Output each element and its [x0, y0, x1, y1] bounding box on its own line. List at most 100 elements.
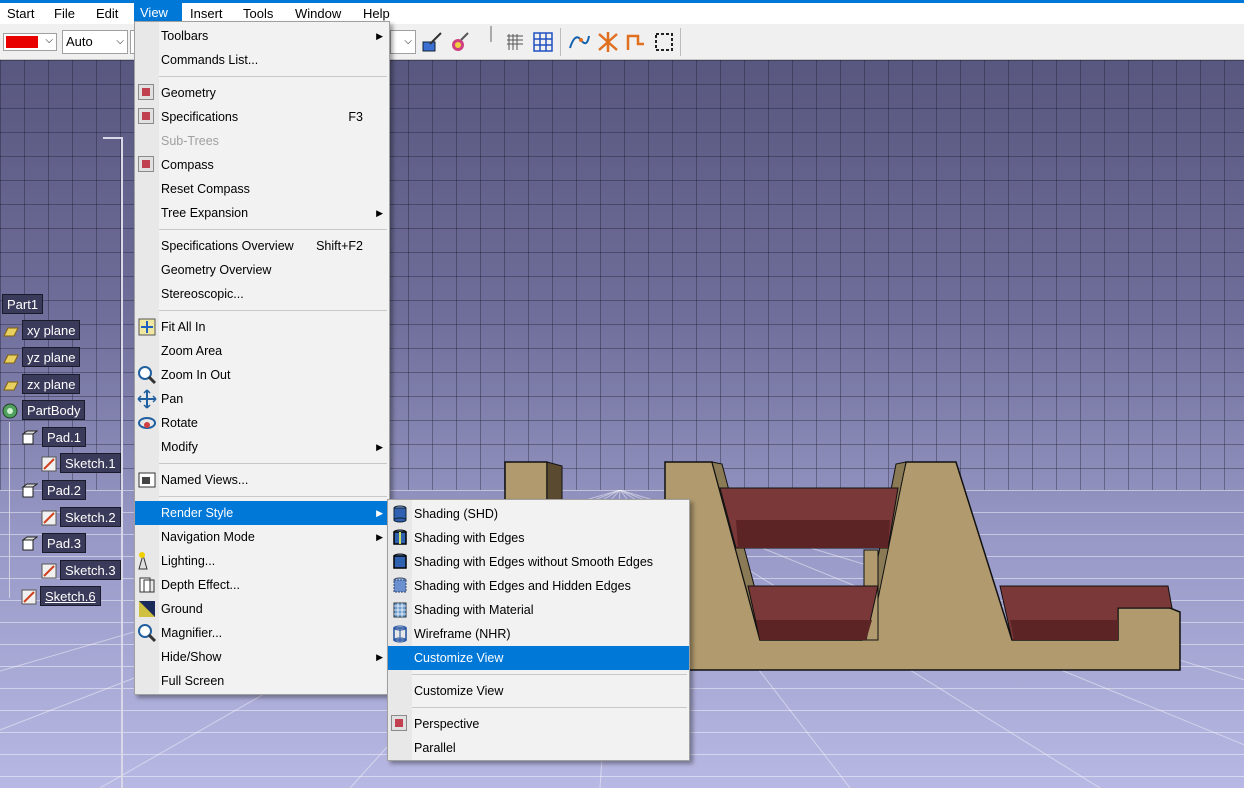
menu-separator	[159, 310, 387, 311]
menu-item-named-views[interactable]: Named Views...	[135, 468, 389, 492]
plane-icon	[3, 354, 19, 364]
tree-item-zx-plane[interactable]: zx plane	[22, 374, 81, 394]
menu-item-customize-view[interactable]: Customize View	[388, 679, 689, 703]
menu-item-fit-all-in[interactable]: Fit All In	[135, 315, 389, 339]
menu-item-pan[interactable]: Pan	[135, 387, 389, 411]
menu-start[interactable]: Start	[1, 6, 40, 24]
tree-connector	[9, 422, 10, 598]
tree-item-sketch2[interactable]: Sketch.2	[60, 507, 121, 527]
toolbar-separator	[490, 26, 492, 42]
menu-item-rotate[interactable]: Rotate	[135, 411, 389, 435]
tree-item-pad1[interactable]: Pad.1	[42, 427, 86, 447]
toolbar-separator	[680, 28, 681, 56]
menu-item-commands-list[interactable]: Commands List...	[135, 48, 389, 72]
check-icon	[138, 84, 154, 100]
menu-item-ground[interactable]: Ground	[135, 597, 389, 621]
menu-file[interactable]: File	[48, 6, 81, 24]
tree-frame-line	[103, 137, 123, 139]
shading-material-icon	[393, 602, 407, 618]
menu-item-depth-effect[interactable]: Depth Effect...	[135, 573, 389, 597]
color-picker[interactable]: ⌵	[3, 33, 57, 51]
menu-item-reset-compass[interactable]: Reset Compass	[135, 177, 389, 201]
menu-item-shading-edges-hidden[interactable]: Shading with Edges and Hidden Edges	[388, 574, 689, 598]
tree-item-sketch1[interactable]: Sketch.1	[60, 453, 121, 473]
menu-item-tree-expansion[interactable]: Tree Expansion ▶	[135, 201, 389, 225]
menu-item-toolbars[interactable]: Toolbars ▶	[135, 24, 389, 48]
menu-item-navigation-mode[interactable]: Navigation Mode ▶	[135, 525, 389, 549]
submenu-arrow-icon: ▶	[376, 208, 383, 218]
view-menu: Toolbars ▶ Commands List... Geometry Spec…	[134, 21, 390, 695]
profile-icon[interactable]	[624, 30, 648, 54]
menu-item-compass[interactable]: Compass	[135, 153, 389, 177]
menu-item-geometry[interactable]: Geometry	[135, 81, 389, 105]
material-icon[interactable]	[448, 30, 472, 54]
menu-item-zoom-area[interactable]: Zoom Area	[135, 339, 389, 363]
submenu-arrow-icon: ▶	[376, 652, 383, 662]
pad-icon	[21, 483, 38, 498]
tree-root-part1[interactable]: Part1	[2, 294, 44, 314]
tree-item-sketch3[interactable]: Sketch.3	[60, 560, 121, 580]
linetype-combo[interactable]: Auto ⌵	[62, 30, 128, 54]
menu-item-geometry-overview[interactable]: Geometry Overview	[135, 258, 389, 282]
menu-item-stereoscopic[interactable]: Stereoscopic...	[135, 282, 389, 306]
rectangle-select-icon[interactable]	[652, 30, 676, 54]
toolbar-separator	[560, 28, 561, 56]
check-icon	[138, 156, 154, 172]
constraint-icon[interactable]	[596, 30, 620, 54]
shading-edges-icon	[393, 529, 407, 545]
menu-separator	[412, 707, 687, 708]
check-icon	[391, 715, 407, 731]
chevron-down-icon: ⌵	[404, 36, 412, 47]
pad-icon	[21, 430, 38, 445]
menu-item-render-style[interactable]: Render Style ▶	[135, 501, 389, 525]
menu-edit[interactable]: Edit	[90, 6, 124, 24]
color-swatch-fill	[6, 36, 38, 48]
menu-item-magnifier[interactable]: Magnifier...	[135, 621, 389, 645]
wireframe-icon	[393, 625, 407, 643]
sketch-icon	[41, 563, 57, 579]
tree-item-pad3[interactable]: Pad.3	[42, 533, 86, 553]
submenu-arrow-icon: ▶	[376, 442, 383, 452]
tree-item-partbody[interactable]: PartBody	[22, 400, 86, 420]
sketch-icon	[41, 456, 57, 472]
paint-brush-icon[interactable]	[420, 30, 444, 54]
menu-item-customize-view-highlighted[interactable]: Customize View	[388, 646, 689, 670]
magnifier-icon	[138, 624, 157, 643]
menu-item-shading-shd[interactable]: Shading (SHD)	[388, 502, 689, 526]
menu-item-specifications-overview[interactable]: Specifications Overview Shift+F2	[135, 234, 389, 258]
tree-item-yz-plane[interactable]: yz plane	[22, 347, 81, 367]
menu-item-wireframe[interactable]: Wireframe (NHR)	[388, 622, 689, 646]
shading-hidden-icon	[393, 577, 407, 593]
rotate-icon	[138, 417, 156, 429]
menu-item-specifications[interactable]: Specifications F3	[135, 105, 389, 129]
submenu-arrow-icon: ▶	[376, 31, 383, 41]
grid-icon[interactable]	[503, 30, 527, 54]
menu-item-full-screen[interactable]: Full Screen	[135, 669, 389, 693]
menu-item-shading-material[interactable]: Shading with Material	[388, 598, 689, 622]
combo-partial-right[interactable]: ⌵	[390, 30, 416, 54]
sketch-icon	[21, 589, 37, 605]
plane-icon	[3, 381, 19, 391]
zoom-icon	[138, 366, 157, 385]
menu-item-shading-edges-no-smooth[interactable]: Shading with Edges without Smooth Edges	[388, 550, 689, 574]
menu-item-parallel[interactable]: Parallel	[388, 736, 689, 760]
menu-item-modify[interactable]: Modify ▶	[135, 435, 389, 459]
submenu-arrow-icon: ▶	[376, 532, 383, 542]
sketch-icon	[41, 510, 57, 526]
tree-item-sketch6[interactable]: Sketch.6	[40, 586, 101, 606]
menu-item-zoom-in-out[interactable]: Zoom In Out	[135, 363, 389, 387]
tree-item-xy-plane[interactable]: xy plane	[22, 320, 81, 340]
menu-item-lighting[interactable]: Lighting...	[135, 549, 389, 573]
render-style-submenu: Shading (SHD) Shading with Edges Shading…	[387, 499, 690, 761]
menu-item-shading-with-edges[interactable]: Shading with Edges	[388, 526, 689, 550]
menu-separator	[159, 229, 387, 230]
menu-item-sub-trees: Sub-Trees	[161, 134, 219, 148]
shading-no-smooth-icon	[393, 553, 407, 569]
tree-item-pad2[interactable]: Pad.2	[42, 480, 86, 500]
menu-item-hide-show[interactable]: Hide/Show ▶	[135, 645, 389, 669]
sketch-curve-icon[interactable]	[567, 30, 591, 54]
pad-icon	[21, 536, 38, 551]
fit-all-in-icon	[138, 318, 156, 336]
menu-item-perspective[interactable]: Perspective	[388, 712, 689, 736]
snap-grid-icon[interactable]	[531, 30, 555, 54]
